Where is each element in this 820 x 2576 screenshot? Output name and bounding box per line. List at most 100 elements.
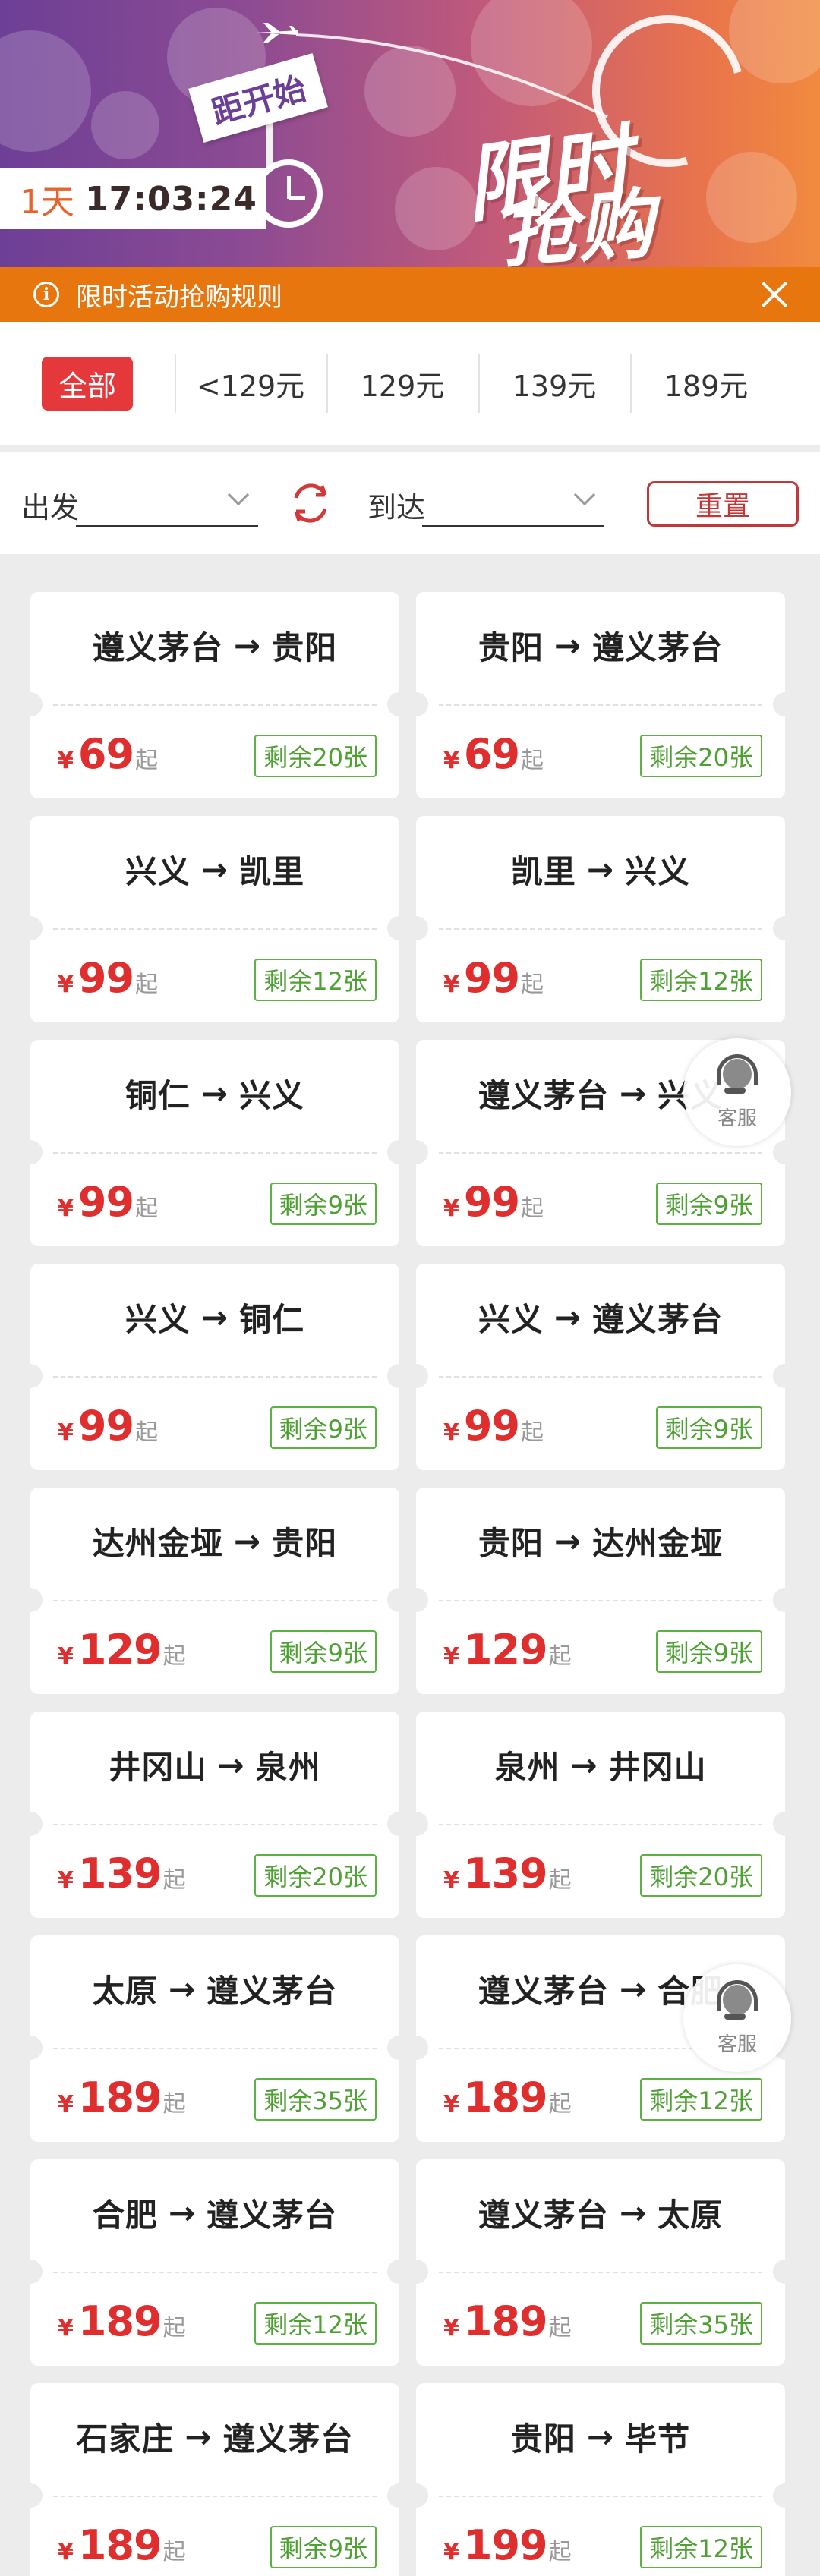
rules-text[interactable]: 限时活动抢购规则 (76, 276, 282, 313)
stock-badge: 剩余20张 (640, 1854, 762, 1897)
stock-text: 剩余35张 (649, 2310, 753, 2339)
stock-text: 剩余9张 (279, 1639, 367, 1667)
ticket-card[interactable]: 泉州 → 井冈山 ¥139 起 剩余20张 (404, 1712, 797, 1918)
card-price: ¥139 起 (58, 1850, 186, 1897)
price-filter-under-129[interactable]: <129元 (175, 351, 326, 416)
card-route: 达州金垭 → 贵阳 (30, 1488, 399, 1594)
stock-badge: 剩余12张 (640, 959, 762, 1001)
stock-badge: 剩余9张 (270, 1630, 377, 1673)
card-route: 贵阳 → 遵义茅台 (416, 592, 785, 698)
ticket-notch (404, 2260, 428, 2284)
route-from: 泉州 (494, 1748, 560, 1786)
route-from: 遵义茅台 (92, 628, 223, 666)
arrival-select[interactable] (422, 525, 604, 527)
stock-text: 剩余9张 (279, 1191, 367, 1220)
ticket-divider (53, 1152, 377, 1154)
price-filter-129[interactable]: 129元 (326, 351, 478, 416)
swap-icon[interactable] (285, 478, 336, 528)
rules-bar[interactable]: i 限时活动抢购规则 (0, 267, 820, 322)
ticket-card[interactable]: 贵阳 → 毕节 ¥199 起 剩余12张 (404, 2383, 797, 2576)
ticket-card[interactable]: 遵义茅台 → 贵阳 ¥69 起 剩余20张 (18, 592, 412, 798)
currency-symbol: ¥ (443, 748, 459, 774)
card-price: ¥129 起 (58, 1626, 186, 1674)
ticket-divider (439, 1824, 762, 1825)
stock-badge: 剩余12张 (640, 2078, 762, 2121)
countdown-time: 17:03:24 (85, 179, 257, 219)
stock-badge: 剩余9张 (270, 1183, 377, 1225)
ticket-card[interactable]: 兴义 → 遵义茅台 ¥99 起 剩余9张 (404, 1264, 797, 1470)
price-filter: 全部 <129元 129元 139元 189元 (0, 322, 820, 445)
ticket-card[interactable]: 兴义 → 铜仁 ¥99 起 剩余9张 (18, 1264, 412, 1470)
ticket-notch (404, 1140, 428, 1164)
card-price: ¥99 起 (443, 1178, 544, 1226)
countdown-days: 1天 (20, 183, 74, 222)
ticket-notch (773, 916, 797, 940)
reset-button[interactable]: 重置 (647, 481, 799, 527)
customer-service-button[interactable]: 客服 (683, 1038, 791, 1146)
ticket-divider (439, 704, 762, 706)
ticket-card[interactable]: 石家庄 → 遵义茅台 ¥189 起 剩余9张 (18, 2383, 412, 2576)
route-arrow: → (168, 2193, 197, 2231)
route-to: 太原 (658, 2196, 724, 2234)
ticket-card[interactable]: 贵阳 → 遵义茅台 ¥69 起 剩余20张 (404, 592, 797, 798)
stock-text: 剩余12张 (649, 967, 753, 996)
ticket-card[interactable]: 达州金垭 → 贵阳 ¥129 起 剩余9张 (18, 1488, 412, 1694)
card-route: 太原 → 遵义茅台 (30, 1935, 399, 2042)
ticket-notch (404, 1588, 428, 1612)
ticket-card[interactable]: 兴义 → 凯里 ¥99 起 剩余12张 (18, 816, 412, 1022)
price-value: 99 (77, 1178, 134, 1226)
stock-badge: 剩余9张 (270, 2526, 377, 2568)
price-filter-189[interactable]: 189元 (630, 351, 782, 416)
route-to: 铜仁 (239, 1300, 305, 1338)
ticket-card[interactable]: 太原 → 遵义茅台 ¥189 起 剩余35张 (18, 1935, 412, 2142)
price-filter-label: <129元 (196, 369, 305, 403)
ticket-card[interactable]: 合肥 → 遵义茅台 ¥189 起 剩余12张 (18, 2159, 412, 2366)
price-suffix: 起 (521, 972, 544, 998)
route-from: 遵义茅台 (478, 1972, 609, 2010)
title-line-2: 抢购 (498, 179, 657, 267)
stock-badge: 剩余12张 (640, 2526, 762, 2568)
ticket-divider (439, 928, 762, 930)
departure-select[interactable] (76, 525, 258, 527)
ticket-notch (18, 2260, 43, 2284)
flash-sale-title: 限时 抢购 (448, 106, 774, 267)
ticket-notch (773, 1812, 797, 1836)
ticket-card[interactable]: 贵阳 → 达州金垭 ¥129 起 剩余9张 (404, 1488, 797, 1694)
ticket-notch (18, 2483, 43, 2508)
route-from: 贵阳 (478, 628, 544, 666)
ticket-card[interactable]: 凯里 → 兴义 ¥99 起 剩余12张 (404, 816, 797, 1022)
card-price: ¥189 起 (443, 2074, 572, 2121)
route-from: 遵义茅台 (478, 1076, 609, 1114)
chevron-down-icon[interactable] (227, 483, 250, 506)
ticket-notch (404, 2036, 428, 2060)
stock-badge: 剩余35张 (254, 2078, 377, 2121)
currency-symbol: ¥ (58, 1643, 74, 1670)
customer-service-label: 客服 (717, 2033, 757, 2056)
stock-badge: 剩余35张 (640, 2302, 762, 2345)
close-icon[interactable] (759, 279, 790, 310)
price-value: 69 (77, 730, 134, 778)
ticket-card[interactable]: 遵义茅台 → 太原 ¥189 起 剩余35张 (404, 2159, 797, 2366)
ticket-notch (773, 1588, 797, 1612)
card-route: 兴义 → 凯里 (30, 816, 399, 922)
price-filter-all[interactable]: 全部 (0, 351, 175, 416)
price-suffix: 起 (521, 748, 544, 774)
ticket-card[interactable]: 井冈山 → 泉州 ¥139 起 剩余20张 (18, 1712, 412, 1918)
price-value: 99 (77, 1402, 134, 1450)
route-selector: 出发 到达 重置 (0, 452, 820, 554)
chevron-down-icon[interactable] (573, 483, 596, 506)
ticket-card[interactable]: 铜仁 → 兴义 ¥99 起 剩余9张 (18, 1040, 412, 1246)
card-route: 遵义茅台 → 贵阳 (30, 592, 399, 698)
stock-text: 剩余9张 (664, 1639, 753, 1667)
route-from: 井冈山 (109, 1748, 207, 1786)
ticket-divider (53, 704, 377, 706)
stock-badge: 剩余12张 (254, 2302, 377, 2345)
stock-text: 剩余35张 (263, 2086, 367, 2115)
currency-symbol: ¥ (443, 1195, 459, 1222)
price-suffix: 起 (548, 1643, 572, 1670)
stock-text: 剩余20张 (649, 1863, 753, 1891)
card-route: 遵义茅台 → 太原 (416, 2159, 785, 2266)
customer-service-button[interactable]: 客服 (683, 1964, 791, 2072)
card-price: ¥189 起 (58, 2297, 186, 2345)
price-filter-139[interactable]: 139元 (478, 351, 630, 416)
